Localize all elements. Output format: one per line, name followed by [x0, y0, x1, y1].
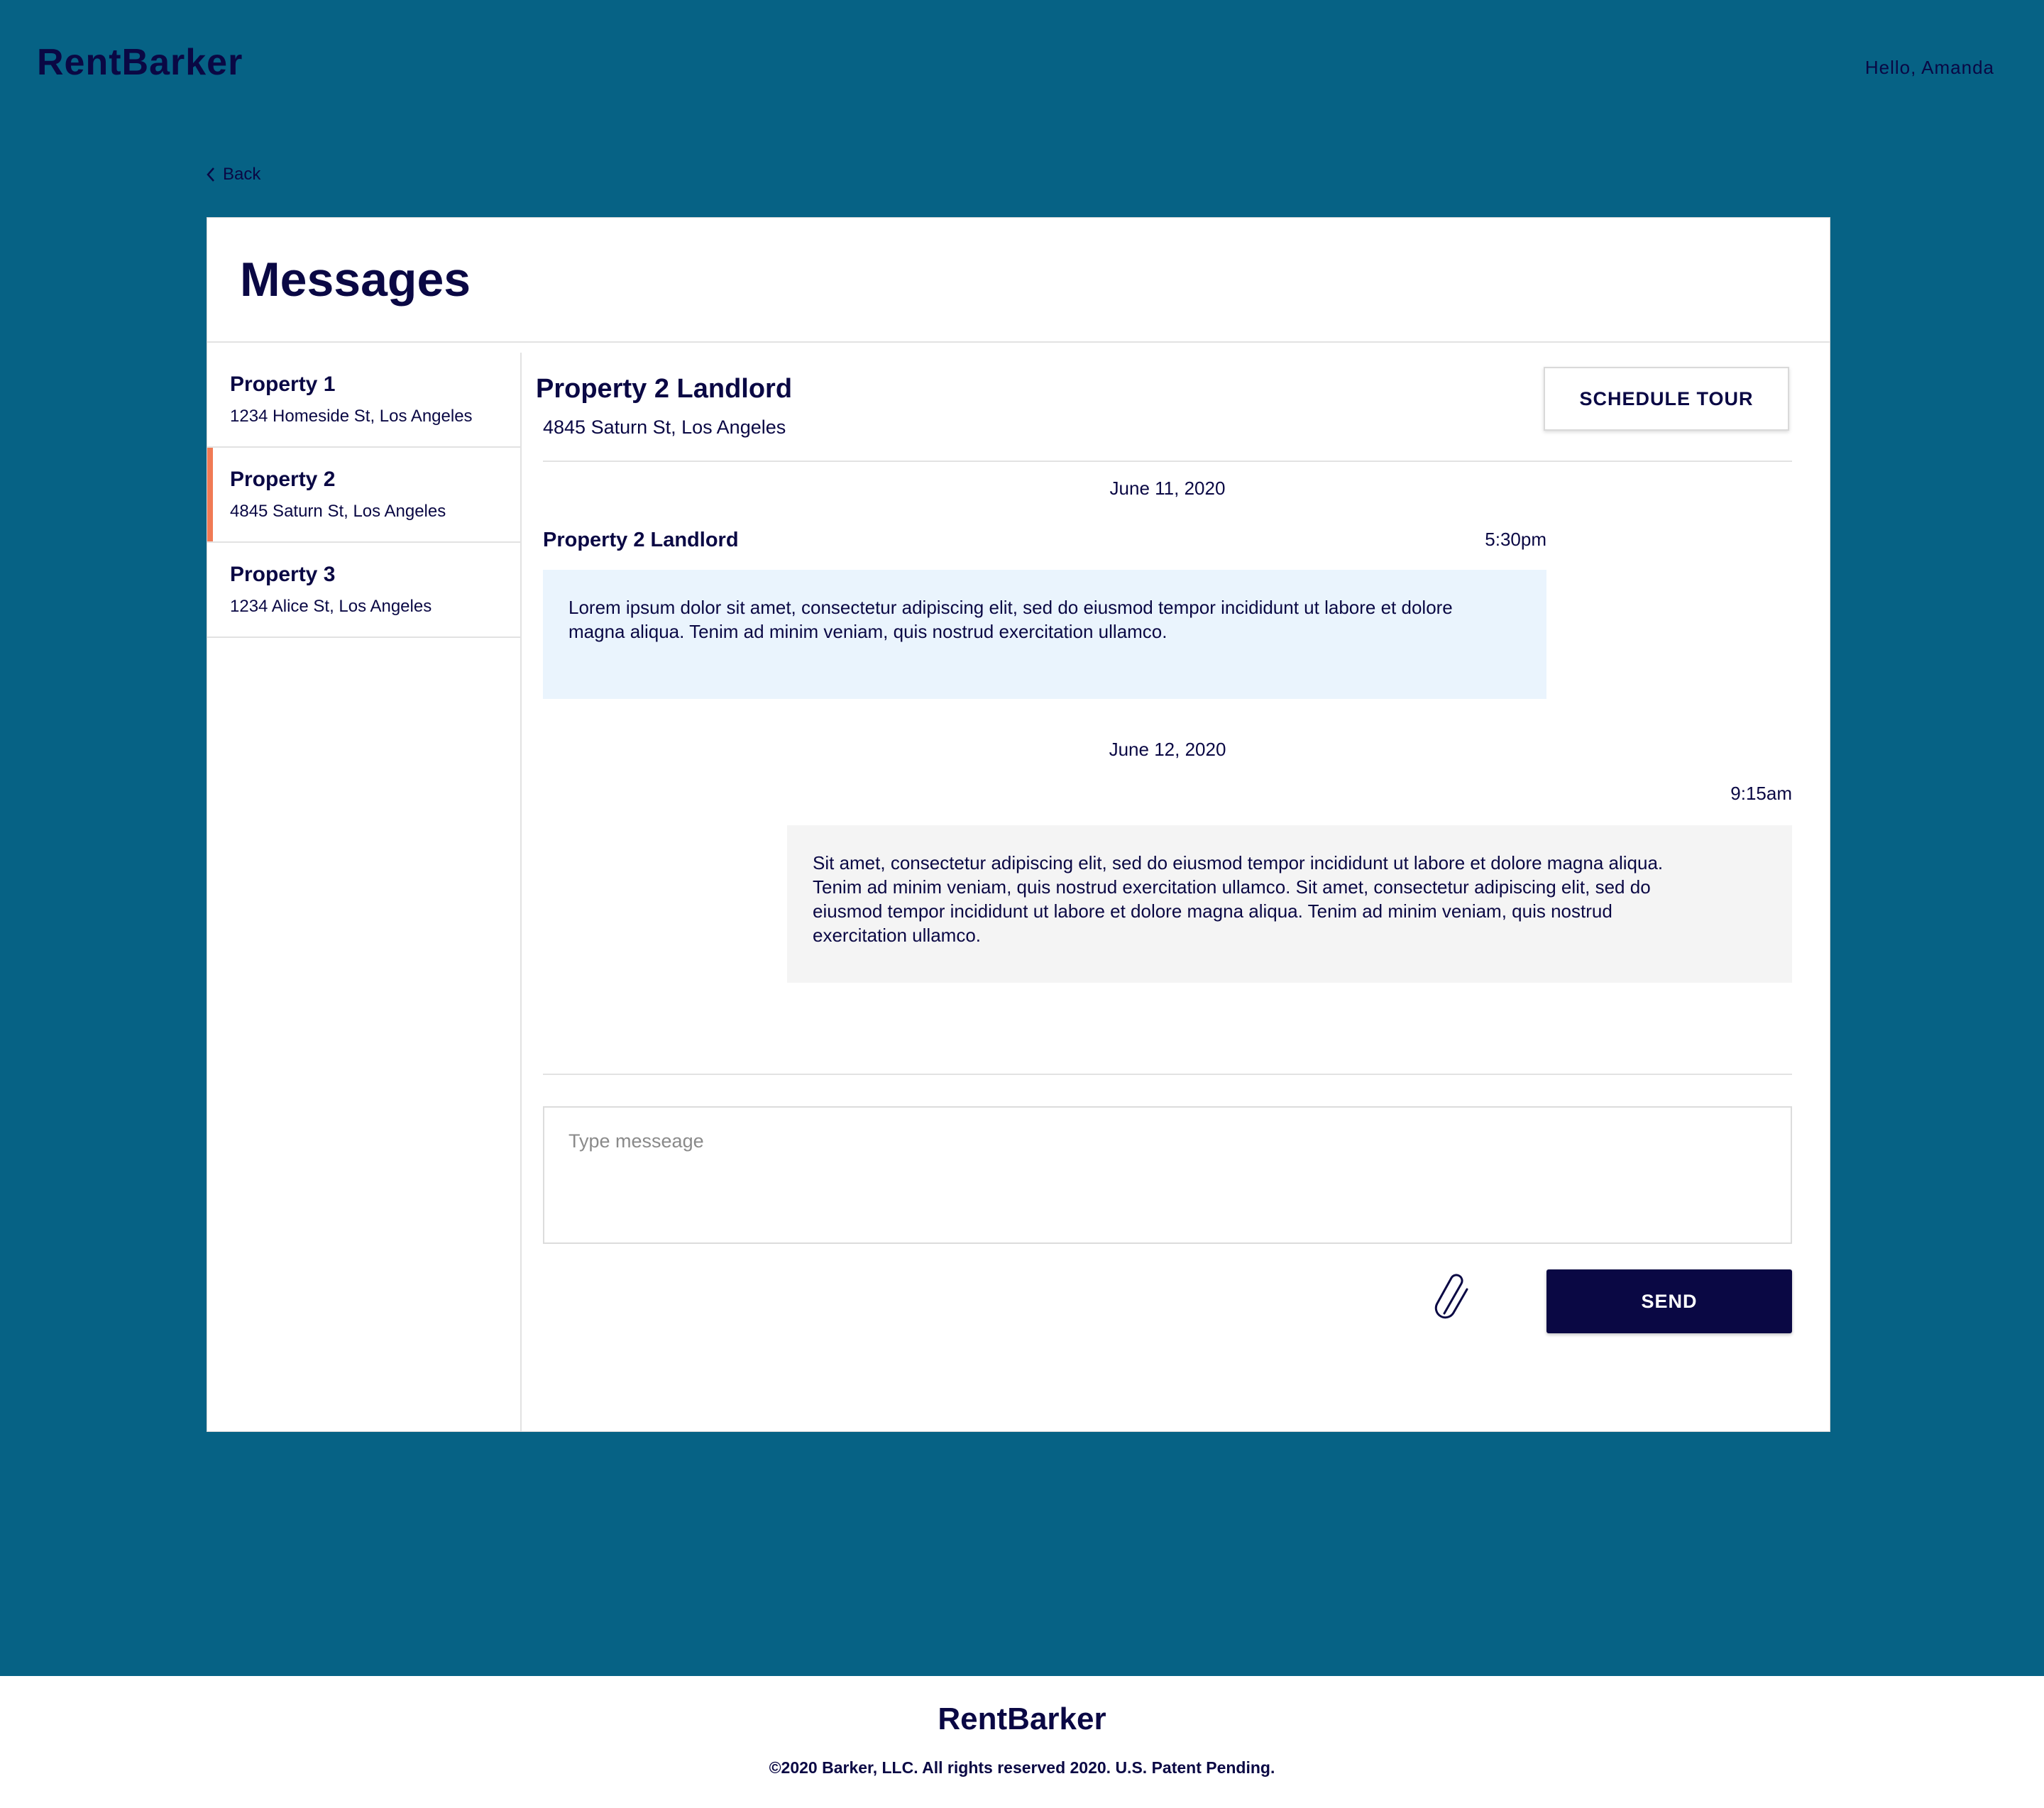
incoming-message-bubble: Lorem ipsum dolor sit amet, consectetur … — [543, 570, 1546, 699]
property-name: Property 1 — [230, 373, 336, 396]
brand-logo[interactable]: RentBarker — [37, 41, 243, 84]
property-address: 4845 Saturn St, Los Angeles — [230, 502, 446, 521]
hero-background: RentBarker Hello, Amanda Back Messages P… — [0, 0, 2044, 1676]
user-greeting[interactable]: Hello, Amanda — [1865, 57, 1994, 79]
message-time: 5:30pm — [1485, 529, 1546, 550]
page-title: Messages — [240, 253, 471, 307]
card-header: Messages — [207, 218, 1830, 343]
paperclip-icon[interactable] — [1430, 1268, 1473, 1325]
copyright-text: ©2020 Barker, LLC. All rights reserved 2… — [769, 1758, 1275, 1777]
message-input[interactable] — [543, 1106, 1792, 1244]
property-name: Property 3 — [230, 563, 336, 586]
composer-divider — [543, 1074, 1792, 1075]
messages-card: Messages Property 1 1234 Homeside St, Lo… — [207, 217, 1830, 1432]
message-thread: Property 2 Landlord 4845 Saturn St, Los … — [522, 353, 1830, 1431]
thread-divider — [543, 461, 1792, 462]
message-time: 9:15am — [1730, 783, 1792, 804]
property-name: Property 2 — [230, 468, 336, 491]
thread-contact-name: Property 2 Landlord — [536, 374, 793, 404]
message-date: June 12, 2020 — [1109, 739, 1226, 760]
property-list: Property 1 1234 Homeside St, Los Angeles… — [207, 353, 522, 1431]
property-address: 1234 Homeside St, Los Angeles — [230, 407, 473, 426]
property-item[interactable]: Property 3 1234 Alice St, Los Angeles — [207, 543, 520, 638]
message-date: June 11, 2020 — [1109, 478, 1226, 499]
footer-logo: RentBarker — [938, 1702, 1106, 1736]
property-item-active[interactable]: Property 2 4845 Saturn St, Los Angeles — [207, 448, 520, 543]
back-label: Back — [223, 165, 261, 184]
schedule-tour-button[interactable]: SCHEDULE TOUR — [1544, 367, 1789, 431]
property-item[interactable]: Property 1 1234 Homeside St, Los Angeles — [207, 353, 520, 448]
message-sender: Property 2 Landlord — [543, 529, 739, 551]
footer: RentBarker ©2020 Barker, LLC. All rights… — [0, 1676, 2044, 1808]
outgoing-message-bubble: Sit amet, consectetur adipiscing elit, s… — [787, 825, 1792, 983]
chevron-left-icon — [207, 167, 214, 182]
send-button[interactable]: SEND — [1546, 1269, 1792, 1333]
thread-contact-address: 4845 Saturn St, Los Angeles — [543, 417, 786, 438]
property-address: 1234 Alice St, Los Angeles — [230, 597, 432, 616]
back-link[interactable]: Back — [206, 165, 260, 184]
